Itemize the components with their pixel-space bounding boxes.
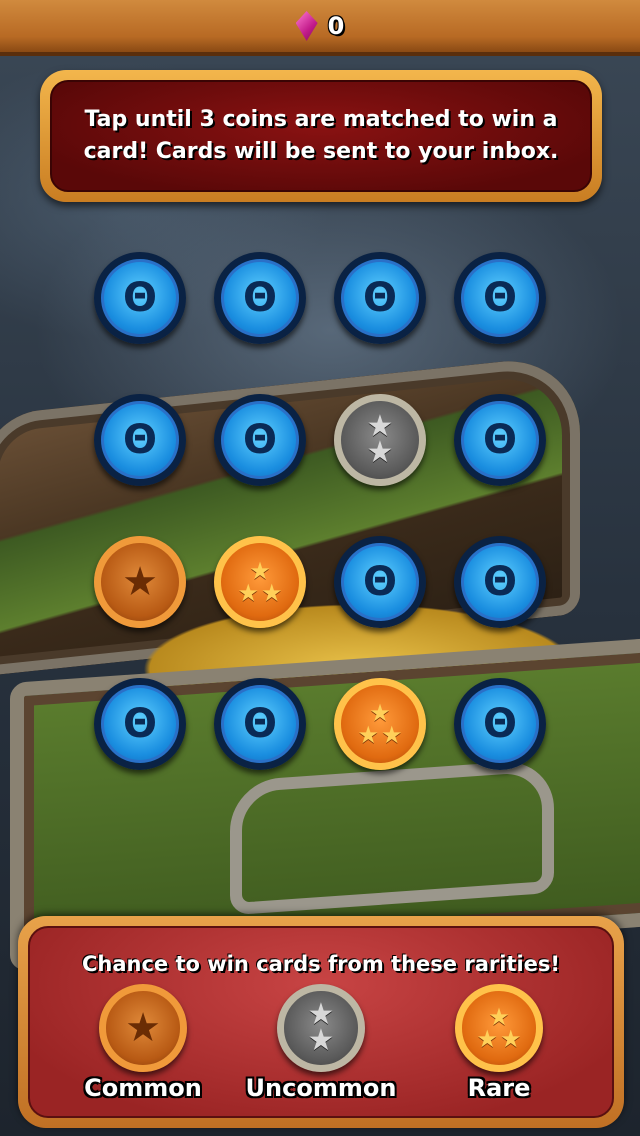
rarity-uncommon: ★ ★ Uncommon	[226, 984, 416, 1102]
rarity-common: ★ Common	[48, 984, 238, 1102]
two-stars-icon: ★ ★	[366, 409, 394, 470]
common-coin-icon: ★	[99, 984, 187, 1072]
coin-common-r3c1[interactable]: ★	[94, 536, 186, 628]
coin-back-r1c1[interactable]: Θ	[94, 252, 186, 344]
coin-back-r3c4[interactable]: Θ	[454, 536, 546, 628]
ornament-icon: Θ	[482, 701, 517, 747]
coin-back-r2c4[interactable]: Θ	[454, 394, 546, 486]
top-bar: 0	[0, 0, 640, 56]
rarity-panel-title: Chance to win cards from these rarities!	[82, 952, 560, 976]
rarity-panel: Chance to win cards from these rarities!…	[18, 916, 624, 1128]
instruction-text: Tap until 3 coins are matched to win a c…	[83, 107, 559, 164]
star-icon: ★	[122, 559, 158, 605]
ornament-icon: Θ	[242, 275, 277, 321]
ornament-icon: Θ	[482, 275, 517, 321]
coin-back-r3c3[interactable]: Θ	[334, 536, 426, 628]
coin-grid: Θ Θ Θ Θ Θ Θ ★ ★ Θ ★ ★ ★ ★ Θ Θ Θ Θ ★ ★ ★ Θ	[94, 252, 546, 770]
ornament-icon: Θ	[482, 417, 517, 463]
ornament-icon: Θ	[242, 417, 277, 463]
rarity-label-common: Common	[84, 1074, 202, 1102]
ornament-icon: Θ	[362, 559, 397, 605]
gem-count: 0	[327, 12, 345, 40]
coin-back-r1c3[interactable]: Θ	[334, 252, 426, 344]
coin-rare-r4c3[interactable]: ★ ★ ★	[334, 678, 426, 770]
coin-back-r4c1[interactable]: Θ	[94, 678, 186, 770]
rarity-label-rare: Rare	[467, 1074, 531, 1102]
coin-back-r4c4[interactable]: Θ	[454, 678, 546, 770]
ornament-icon: Θ	[122, 701, 157, 747]
coin-rare-r3c2[interactable]: ★ ★ ★	[214, 536, 306, 628]
ornament-icon: Θ	[482, 559, 517, 605]
rare-coin-icon: ★ ★ ★	[455, 984, 543, 1072]
coin-back-r2c1[interactable]: Θ	[94, 394, 186, 486]
ornament-icon: Θ	[362, 275, 397, 321]
ornament-icon: Θ	[122, 417, 157, 463]
ornament-icon: Θ	[122, 275, 157, 321]
gem-icon	[295, 11, 318, 41]
coin-uncommon-r2c3[interactable]: ★ ★	[334, 394, 426, 486]
rarity-rare: ★ ★ ★ Rare	[404, 984, 594, 1102]
coin-back-r1c4[interactable]: Θ	[454, 252, 546, 344]
uncommon-coin-icon: ★ ★	[277, 984, 365, 1072]
chest-metal-band	[230, 758, 554, 916]
coin-back-r1c2[interactable]: Θ	[214, 252, 306, 344]
three-stars-icon: ★ ★ ★	[357, 699, 403, 749]
ornament-icon: Θ	[242, 701, 277, 747]
coin-back-r2c2[interactable]: Θ	[214, 394, 306, 486]
coin-back-r4c2[interactable]: Θ	[214, 678, 306, 770]
three-stars-icon: ★ ★ ★	[237, 557, 283, 607]
rarity-label-uncommon: Uncommon	[245, 1074, 397, 1102]
instruction-banner: Tap until 3 coins are matched to win a c…	[40, 70, 602, 202]
